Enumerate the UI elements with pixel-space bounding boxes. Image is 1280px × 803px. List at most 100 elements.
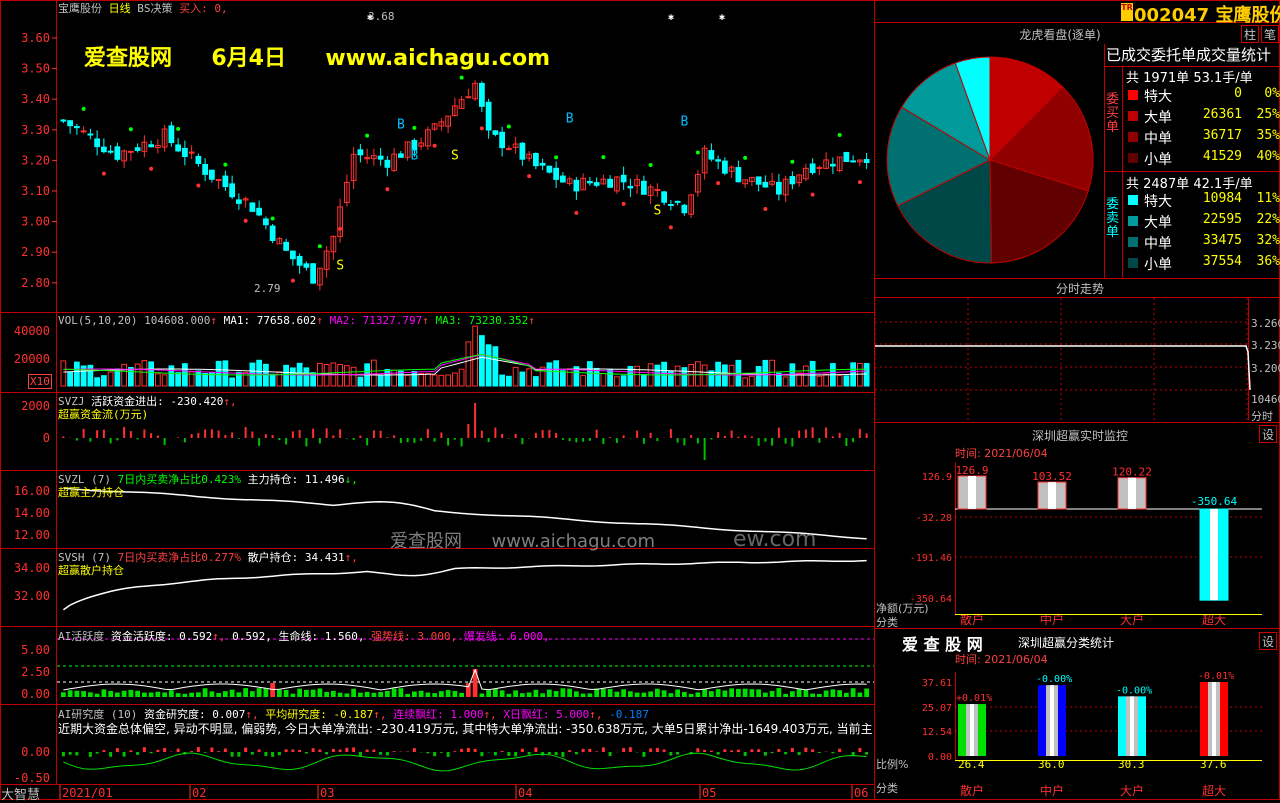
x-axis-label: 2021/01: [62, 786, 113, 800]
green-dot: [318, 244, 322, 248]
vol-bar: [149, 362, 154, 386]
monitor-time: 时间: 2021/06/04: [955, 445, 1048, 461]
air-bar: [332, 749, 335, 752]
air-bar: [750, 749, 753, 752]
dragon-row: 小单3755436%: [1126, 254, 1280, 274]
ai-bar: [777, 688, 782, 697]
red-dot: [433, 144, 437, 148]
svzj-bar-red: [596, 430, 598, 438]
candle-body: [250, 203, 255, 211]
svzj-bar-green: [305, 438, 307, 446]
svzj-bar-green: [353, 438, 355, 440]
svzl-tick: 16.00: [14, 484, 50, 498]
svzj-bar-green: [164, 438, 166, 445]
air-bar: [696, 748, 699, 752]
ai-bar: [264, 689, 269, 697]
red-dot: [716, 181, 720, 185]
ai-bar: [601, 689, 606, 697]
ai-bar: [682, 692, 687, 697]
ai-bar: [554, 691, 559, 697]
monitor-bar-highlight: [968, 476, 976, 509]
ai-tick: 2.50: [21, 665, 50, 679]
svzl-holding: 主力持仓: 11.496: [248, 473, 345, 486]
classify-value: 30.3: [1118, 758, 1145, 771]
dragon-row-swatch: [1128, 258, 1138, 268]
pen-button[interactable]: 笔: [1261, 25, 1279, 43]
air-bar: [737, 750, 740, 752]
svzj-bar-green: [656, 438, 658, 441]
vol-bar: [203, 374, 208, 386]
ai-bar: [520, 693, 525, 697]
candle-body: [203, 164, 208, 174]
candle-body: [230, 184, 235, 197]
vol-bar: [108, 372, 113, 386]
svzj-bar-green: [569, 438, 571, 441]
svzl-tick: 12.00: [14, 528, 50, 542]
price-tick: 2.80: [21, 276, 50, 290]
column-button[interactable]: 柱: [1241, 25, 1259, 43]
monitor-title: 深圳超赢实时监控: [980, 427, 1180, 444]
dragon-row-name: 大单: [1144, 212, 1172, 232]
stock-name[interactable]: 宝鹰股份: [58, 2, 102, 15]
ai-bar: [486, 690, 491, 697]
red-dot: [669, 225, 673, 229]
svzj-bar-green: [400, 438, 402, 443]
intraday-time-label: 分时: [1251, 408, 1273, 424]
dragon-row-swatch: [1128, 111, 1138, 121]
vol-bar: [513, 367, 518, 386]
air-bar: [453, 751, 456, 752]
dragon-row: 特大00%: [1126, 86, 1280, 106]
vol-tick: 40000: [14, 324, 50, 338]
low-label: 2.79: [254, 282, 281, 295]
candle-body: [723, 161, 728, 173]
air-bar: [150, 752, 153, 753]
air-bar: [460, 749, 463, 752]
vol-unit: X10: [28, 374, 52, 389]
dragon-row-value: 0: [1234, 86, 1242, 101]
svzj-bar-red: [197, 433, 199, 438]
vol-bar: [156, 374, 161, 386]
dragon-row-pct: 36%: [1257, 254, 1280, 269]
vol-bar: [709, 371, 714, 386]
x-axis-label: 06: [854, 786, 868, 800]
candle-body: [534, 153, 539, 165]
price-tick: 3.20: [21, 153, 50, 167]
svzj-bar-red: [177, 437, 179, 438]
svzj-bar-green: [116, 438, 118, 440]
vol-bar: [567, 369, 572, 386]
ai-bar: [88, 692, 93, 697]
ai-bar: [183, 694, 188, 697]
vol-bar: [770, 360, 775, 386]
air-bar: [339, 750, 342, 752]
buy-side-label: 委买单: [1106, 93, 1122, 135]
ai-bar: [122, 691, 127, 697]
air-bar: [244, 748, 247, 752]
monitor-bar-label: 126.9: [955, 464, 988, 477]
classify-settings-button[interactable]: 设: [1259, 632, 1277, 650]
classify-tick: 25.07: [922, 703, 952, 714]
ai-bar: [547, 690, 552, 697]
ai-bar: [318, 689, 323, 697]
monitor-bar-label: 120.22: [1112, 466, 1152, 479]
x-axis-label: 04: [518, 786, 532, 800]
svzj-bar-green: [258, 438, 260, 446]
monitor-x-label: 分类: [876, 614, 898, 630]
svzj-bar-red: [623, 435, 625, 438]
svzj-bar-red: [326, 428, 328, 438]
svzj-bar-green: [76, 438, 78, 441]
ai-bar: [196, 692, 201, 697]
air-bar: [676, 752, 679, 755]
air-bar: [622, 748, 625, 752]
vol-bar: [61, 361, 66, 386]
monitor-settings-button[interactable]: 设: [1259, 425, 1277, 443]
period-label[interactable]: 日线: [109, 2, 131, 15]
ai-bar: [709, 691, 714, 697]
ai-text1: 资金活跃度: 0.592: [111, 630, 212, 643]
svzj-bar-green: [420, 438, 422, 441]
candle-body: [554, 168, 559, 179]
dragon-row-swatch: [1128, 90, 1138, 100]
dragon-row-name: 小单: [1144, 149, 1172, 169]
candle-body: [831, 164, 836, 166]
ai-bar: [372, 693, 377, 697]
svzj-label: 超赢资金流(万元): [58, 406, 148, 422]
